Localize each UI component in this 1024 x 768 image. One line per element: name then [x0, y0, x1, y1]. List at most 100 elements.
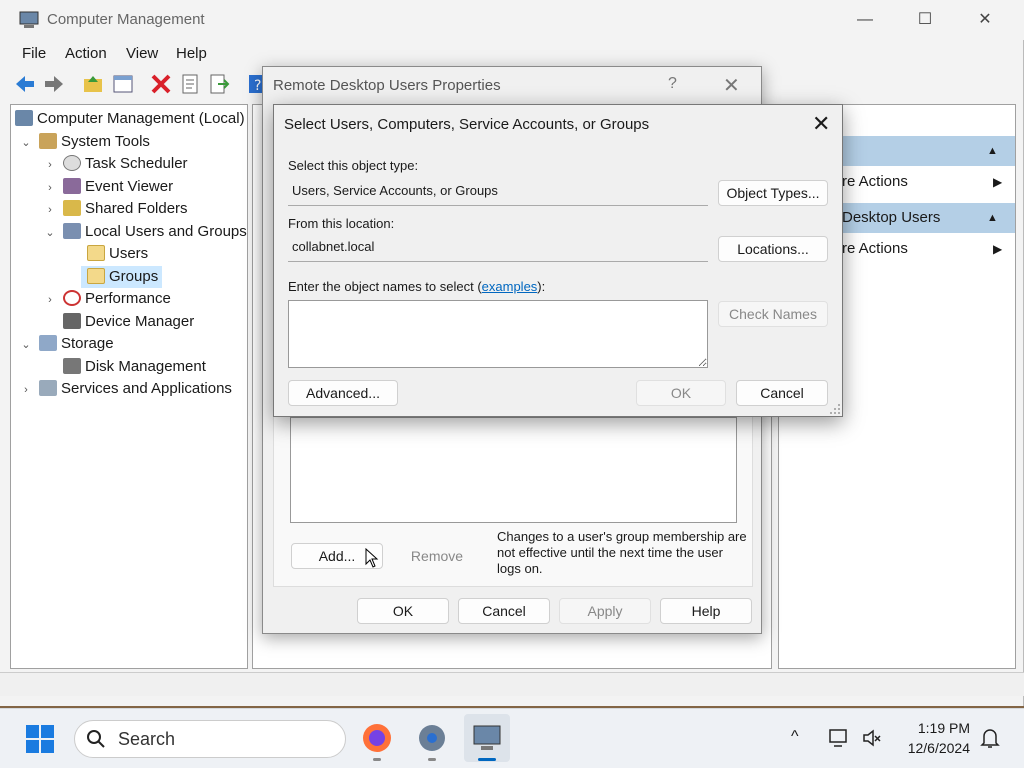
resize-grip-icon[interactable]: [829, 403, 841, 415]
volume-muted-icon[interactable]: [862, 728, 882, 748]
window-title: Computer Management: [47, 11, 205, 28]
menu-view[interactable]: View: [126, 45, 158, 62]
select-users-dialog: Select Users, Computers, Service Account…: [273, 104, 843, 417]
menu-help[interactable]: Help: [176, 45, 207, 62]
taskbar-search-box[interactable]: [74, 720, 346, 758]
clock-date: 12/6/2024: [907, 740, 970, 756]
minimize-button[interactable]: —: [836, 0, 894, 40]
ok-button[interactable]: OK: [357, 598, 449, 624]
tools-icon: [39, 133, 57, 149]
tree-item-storage[interactable]: ⌄ Storage: [19, 333, 114, 355]
status-bar: [0, 672, 1024, 696]
remove-button[interactable]: Remove: [391, 543, 483, 569]
disk-icon: [63, 358, 81, 374]
up-folder-icon[interactable]: [82, 73, 104, 95]
apply-button[interactable]: Apply: [559, 598, 651, 624]
export-list-icon[interactable]: [208, 73, 230, 95]
shared-folder-icon: [63, 200, 81, 216]
tree-item-computer-management[interactable]: Computer Management (Local): [13, 108, 245, 130]
locations-button[interactable]: Locations...: [718, 236, 828, 262]
app-indicator: [373, 758, 381, 761]
firefox-icon[interactable]: [359, 720, 395, 756]
tree-item-performance[interactable]: › Performance: [43, 288, 171, 310]
tree-item-services-applications[interactable]: › Services and Applications: [19, 378, 232, 400]
menu-action[interactable]: Action: [65, 45, 107, 62]
show-hide-tree-icon[interactable]: [112, 73, 134, 95]
chevron-right-icon[interactable]: ›: [43, 289, 57, 311]
search-icon: [87, 730, 105, 748]
device-manager-icon: [63, 313, 81, 329]
help-button[interactable]: Help: [660, 598, 752, 624]
chevron-right-icon[interactable]: ›: [19, 379, 33, 401]
select-cancel-button[interactable]: Cancel: [736, 380, 828, 406]
performance-icon: [63, 290, 81, 306]
folder-icon: [87, 268, 105, 284]
settings-gear-icon[interactable]: [414, 720, 450, 756]
membership-note: Changes to a user's group membership are…: [497, 529, 747, 576]
mouse-cursor-icon: [365, 548, 379, 568]
properties-dialog-title: Remote Desktop Users Properties: [273, 77, 501, 94]
advanced-button[interactable]: Advanced...: [288, 380, 398, 406]
tree-item-local-users-groups[interactable]: ⌄ Local Users and Groups: [43, 221, 247, 243]
delete-icon[interactable]: [150, 73, 172, 95]
tree-item-task-scheduler[interactable]: › Task Scheduler: [43, 153, 188, 175]
cancel-button[interactable]: Cancel: [458, 598, 550, 624]
collapse-up-icon[interactable]: ▲: [987, 136, 998, 166]
close-button[interactable]: ✕: [956, 0, 1014, 40]
location-label: From this location:: [288, 216, 395, 231]
chevron-down-icon[interactable]: ⌄: [43, 222, 57, 244]
tree-item-shared-folders[interactable]: › Shared Folders: [43, 198, 188, 220]
properties-icon[interactable]: [179, 73, 201, 95]
chevron-down-icon[interactable]: ⌄: [19, 334, 33, 356]
submenu-arrow-icon: ▶: [993, 242, 1003, 256]
chevron-up-icon[interactable]: ^: [791, 728, 799, 746]
object-names-input[interactable]: [288, 300, 708, 368]
tree-item-device-manager[interactable]: Device Manager: [57, 311, 194, 333]
users-group-icon: [63, 223, 81, 239]
object-names-label: Enter the object names to select (exampl…: [288, 279, 546, 294]
tree-item-users[interactable]: Users: [81, 243, 148, 265]
chevron-right-icon[interactable]: ›: [43, 154, 57, 176]
tree-item-system-tools[interactable]: ⌄ System Tools: [19, 131, 150, 153]
menu-file[interactable]: File: [22, 45, 46, 62]
services-icon: [39, 380, 57, 396]
select-ok-button[interactable]: OK: [636, 380, 726, 406]
taskbar-clock[interactable]: 1:19 PM 12/6/2024: [895, 718, 970, 758]
chevron-right-icon[interactable]: ›: [43, 199, 57, 221]
collapse-up-icon[interactable]: ▲: [987, 203, 998, 233]
console-tree: Computer Management (Local) ⌄ System Tool…: [10, 104, 248, 669]
app-indicator: [428, 758, 436, 761]
members-list[interactable]: [290, 417, 737, 523]
tree-item-event-viewer[interactable]: › Event Viewer: [43, 176, 173, 198]
svg-text:?: ?: [254, 78, 261, 94]
search-placeholder: Search: [118, 729, 176, 749]
active-app-indicator: [478, 758, 496, 761]
computer-management-taskbar-icon[interactable]: [469, 720, 505, 756]
object-type-field: Users, Service Accounts, or Groups: [288, 178, 708, 206]
select-close-button[interactable]: ✕: [812, 111, 830, 137]
tree-item-disk-management[interactable]: Disk Management: [57, 356, 206, 378]
chevron-down-icon[interactable]: ⌄: [19, 132, 33, 154]
notification-bell-icon[interactable]: [980, 727, 1000, 749]
maximize-button[interactable]: ☐: [896, 0, 954, 40]
properties-close-button[interactable]: ✕: [723, 73, 740, 98]
help-question-button[interactable]: ?: [668, 75, 677, 93]
back-arrow-icon[interactable]: [14, 73, 36, 95]
chevron-right-icon[interactable]: ›: [43, 177, 57, 199]
tree-item-groups[interactable]: Groups: [81, 266, 163, 288]
network-icon[interactable]: [828, 727, 852, 749]
object-type-label: Select this object type:: [288, 158, 419, 173]
object-types-button[interactable]: Object Types...: [718, 180, 828, 206]
clock-icon: [63, 155, 81, 171]
forward-arrow-icon[interactable]: [43, 73, 65, 95]
computer-management-icon: [19, 11, 39, 28]
computer-icon: [15, 110, 33, 126]
windows-start-icon[interactable]: [25, 724, 55, 754]
event-viewer-icon: [63, 178, 81, 194]
check-names-button[interactable]: Check Names: [718, 301, 828, 327]
folder-icon: [87, 245, 105, 261]
title-bar[interactable]: Computer Management — ☐ ✕: [0, 0, 1024, 40]
examples-link[interactable]: examples: [482, 279, 538, 294]
select-dialog-title: Select Users, Computers, Service Account…: [284, 116, 650, 133]
submenu-arrow-icon: ▶: [993, 175, 1003, 189]
